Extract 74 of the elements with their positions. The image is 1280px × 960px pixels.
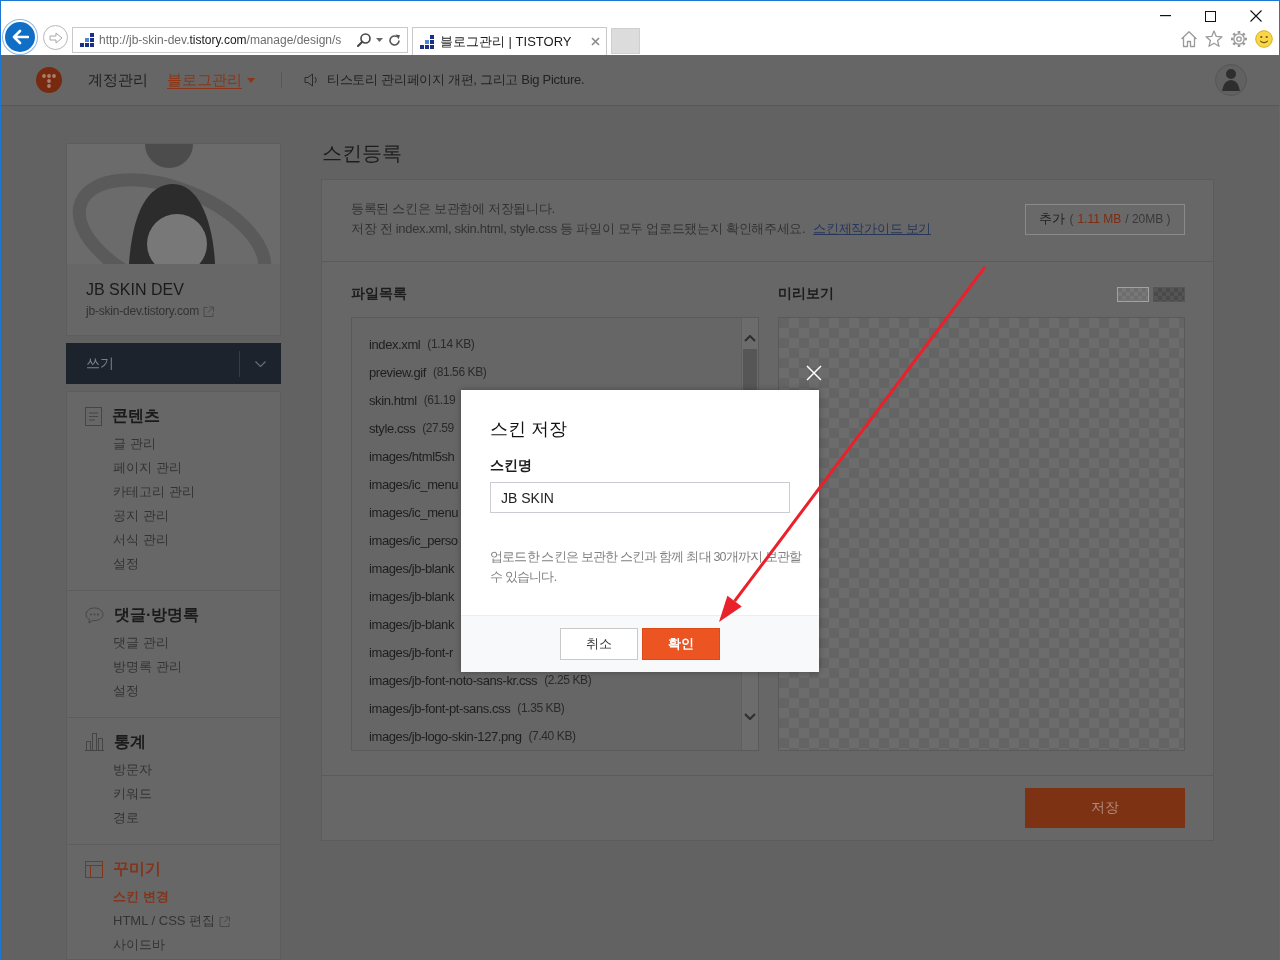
background-toggle[interactable] bbox=[1153, 286, 1185, 302]
home-icon[interactable] bbox=[1180, 30, 1198, 48]
avatar[interactable] bbox=[1215, 64, 1247, 96]
section-heading: 미리보기 bbox=[778, 285, 834, 303]
section-heading: 파일목록 bbox=[351, 285, 407, 303]
blog-title: JB SKIN DEV bbox=[86, 280, 184, 300]
write-button[interactable]: 쓰기 bbox=[66, 343, 239, 384]
speech-bubble-icon bbox=[85, 606, 104, 624]
arrow-left-icon[interactable] bbox=[11, 29, 29, 45]
field-label: 스킨명 bbox=[490, 456, 532, 475]
file-name: images/ic_perso bbox=[369, 532, 458, 548]
file-name: images/jb-blank bbox=[369, 616, 455, 632]
file-size: (1.35 KB) bbox=[517, 701, 565, 715]
nav-link[interactable]: 계정관리 bbox=[88, 70, 148, 90]
bars-icon bbox=[80, 33, 94, 47]
file-name: preview.gif bbox=[369, 364, 427, 380]
file-name: images/jb-blank bbox=[369, 588, 455, 604]
file-size: (27.59 bbox=[422, 421, 454, 435]
dialog-title: 스킨 저장 bbox=[490, 418, 567, 440]
maximize-icon[interactable] bbox=[1205, 10, 1216, 22]
section-title[interactable]: 꾸미기 bbox=[113, 858, 161, 880]
chevron-down-icon[interactable] bbox=[744, 713, 756, 720]
file-name: images/ic_menu bbox=[369, 504, 459, 520]
file-name: images/jb-font-pt-sans.css bbox=[369, 700, 511, 716]
minimize-icon[interactable] bbox=[1160, 15, 1171, 17]
file-name: skin.html bbox=[369, 392, 417, 408]
file-size: (7.40 KB) bbox=[528, 729, 576, 743]
browser-tab[interactable]: 블로그관리 | TISTORY bbox=[412, 27, 607, 55]
back-button[interactable] bbox=[3, 20, 37, 54]
bars-icon bbox=[420, 34, 434, 49]
chevron-down-icon[interactable] bbox=[255, 360, 266, 367]
chevron-up-icon[interactable] bbox=[744, 335, 756, 342]
section-title[interactable]: 콘텐츠 bbox=[112, 405, 160, 427]
file-name: index.xml bbox=[369, 336, 421, 352]
file-name: style.css bbox=[369, 420, 416, 436]
cancel-button[interactable]: 취소 bbox=[560, 628, 638, 660]
scrollbar-thumb[interactable] bbox=[743, 349, 757, 392]
settings-icon[interactable] bbox=[1230, 30, 1248, 48]
skin-name-field[interactable]: JB SKIN bbox=[490, 482, 790, 513]
confirm-button[interactable]: 확인 bbox=[642, 628, 720, 660]
close-icon[interactable] bbox=[1250, 10, 1262, 22]
file-size: (81.56 KB) bbox=[433, 365, 487, 379]
speaker-icon bbox=[304, 73, 319, 87]
page-title: 스킨등록 bbox=[322, 141, 402, 166]
address-field[interactable]: http://jb-skin-dev.tistory.com/manage/design/s bbox=[99, 33, 352, 47]
forward-button[interactable] bbox=[43, 25, 68, 50]
menu-item[interactable]: 스킨 변경 bbox=[113, 885, 169, 909]
section-title[interactable]: 통계 bbox=[114, 731, 146, 753]
refresh-icon[interactable] bbox=[388, 33, 401, 47]
notice-link[interactable]: 티스토리 관리페이지 개편, 그리고 Big Picture. bbox=[327, 71, 585, 89]
star-icon[interactable] bbox=[1205, 30, 1223, 48]
layout-icon bbox=[85, 860, 103, 878]
save-button[interactable]: 저장 bbox=[1025, 788, 1185, 828]
background-toggle[interactable] bbox=[1117, 286, 1149, 302]
search-icon[interactable] bbox=[357, 33, 371, 47]
guide-link[interactable]: 스킨제작가이드 보기 bbox=[813, 219, 931, 239]
external-link-icon bbox=[203, 305, 214, 317]
file-name: images/ic_menu bbox=[369, 476, 459, 492]
file-name: images/jb-font-r bbox=[369, 644, 453, 660]
section-title[interactable]: 댓글·방명록 bbox=[114, 604, 200, 626]
file-size: (61.19 bbox=[423, 393, 456, 407]
file-size: (1.14 KB) bbox=[427, 337, 475, 351]
file-size: (2.25 KB) bbox=[544, 673, 592, 687]
arrow-right-icon[interactable] bbox=[48, 31, 63, 44]
caret-icon[interactable] bbox=[376, 38, 383, 42]
file-name: images/jb-blank bbox=[369, 560, 455, 576]
logo-icon[interactable] bbox=[36, 67, 62, 93]
smiley-icon[interactable] bbox=[1255, 30, 1273, 48]
nav-link[interactable]: 블로그관리 bbox=[167, 70, 255, 90]
document-icon bbox=[85, 406, 102, 426]
file-name: images/jb-logo-skin-127.png bbox=[369, 728, 522, 744]
file-name: images/html5sh bbox=[369, 448, 455, 464]
file-name: images/jb-font-noto-sans-kr.css bbox=[369, 672, 538, 688]
bar-chart-icon bbox=[85, 733, 104, 751]
